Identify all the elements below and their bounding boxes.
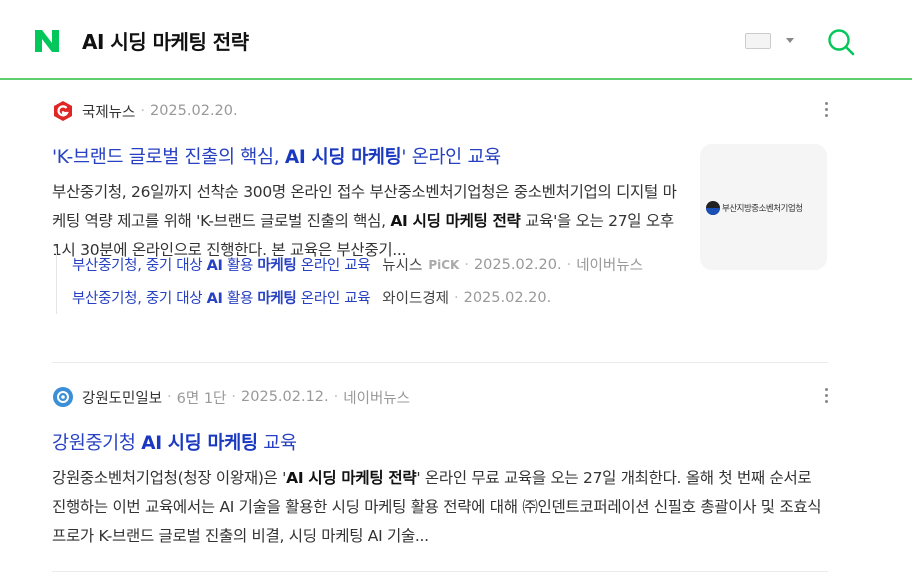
search-header: AI 시딩 마케팅 전략 xyxy=(0,0,912,80)
more-options-icon[interactable] xyxy=(824,388,828,406)
related-press-name[interactable]: 뉴시스 xyxy=(382,254,422,275)
related-news-title[interactable]: 부산중기청, 중기 대상 AI 활용 마케팅 온라인 교육 xyxy=(72,254,371,275)
related-date: 2025.02.20. xyxy=(463,289,552,306)
korea-emblem-icon xyxy=(706,201,720,215)
news-source: 강원도민일보 · 6면 1단 · 2025.02.12. · 네이버뉴스 xyxy=(52,386,828,408)
related-press-name[interactable]: 와이드경제 xyxy=(382,287,449,308)
keyboard-icon[interactable] xyxy=(745,33,771,49)
news-title[interactable]: 'K-브랜드 글로벌 진출의 핵심, AI 시딩 마케팅' 온라인 교육 xyxy=(52,143,501,169)
more-options-icon[interactable] xyxy=(824,102,828,120)
page-info: 6면 1단 xyxy=(176,390,227,407)
related-news-item: 부산중기청, 중기 대상 AI 활용 마케팅 온라인 교육 와이드경제 · 20… xyxy=(57,281,757,314)
gukje-news-logo-icon[interactable] xyxy=(52,100,74,122)
news-date: 2025.02.20. xyxy=(149,103,238,119)
news-source: 국제뉴스 · 2025.02.20. xyxy=(52,100,828,122)
search-input[interactable]: AI 시딩 마케팅 전략 xyxy=(82,26,249,55)
news-item: 강원도민일보 · 6면 1단 · 2025.02.12. · 네이버뉴스 강원중… xyxy=(52,386,828,545)
related-news-list: 부산중기청, 중기 대상 AI 활용 마케팅 온라인 교육 뉴시스 PiCK ·… xyxy=(56,248,757,314)
related-news-item: 부산중기청, 중기 대상 AI 활용 마케팅 온라인 교육 뉴시스 PiCK ·… xyxy=(57,248,757,281)
divider xyxy=(52,362,828,363)
search-icon[interactable] xyxy=(826,27,856,57)
pick-badge: PiCK xyxy=(428,257,460,272)
press-name[interactable]: 국제뉴스 xyxy=(82,101,135,122)
related-news-title[interactable]: 부산중기청, 중기 대상 AI 활용 마케팅 온라인 교육 xyxy=(72,287,371,308)
divider xyxy=(52,571,828,572)
naver-n-icon[interactable] xyxy=(33,27,61,55)
gangwon-dominilbo-logo-icon[interactable] xyxy=(52,386,74,408)
news-description[interactable]: 강원중소벤처기업청(청장 이왕재)은 'AI 시딩 마케팅 전략' 온라인 무료… xyxy=(52,464,828,551)
naver-news-link[interactable]: 네이버뉴스 xyxy=(343,387,410,408)
news-item: 국제뉴스 · 2025.02.20. 'K-브랜드 글로벌 진출의 핵심, AI… xyxy=(52,100,828,314)
press-name[interactable]: 강원도민일보 xyxy=(82,387,162,408)
naver-news-link[interactable]: 네이버뉴스 xyxy=(576,254,643,275)
news-date: 2025.02.12. xyxy=(241,389,329,405)
news-title[interactable]: 강원중기청 AI 시딩 마케팅 교육 xyxy=(52,429,297,455)
related-date: 2025.02.20. xyxy=(473,256,562,273)
chevron-down-icon[interactable] xyxy=(786,38,794,43)
thumbnail-text: 부산지방중소벤처기업청 xyxy=(722,204,803,214)
